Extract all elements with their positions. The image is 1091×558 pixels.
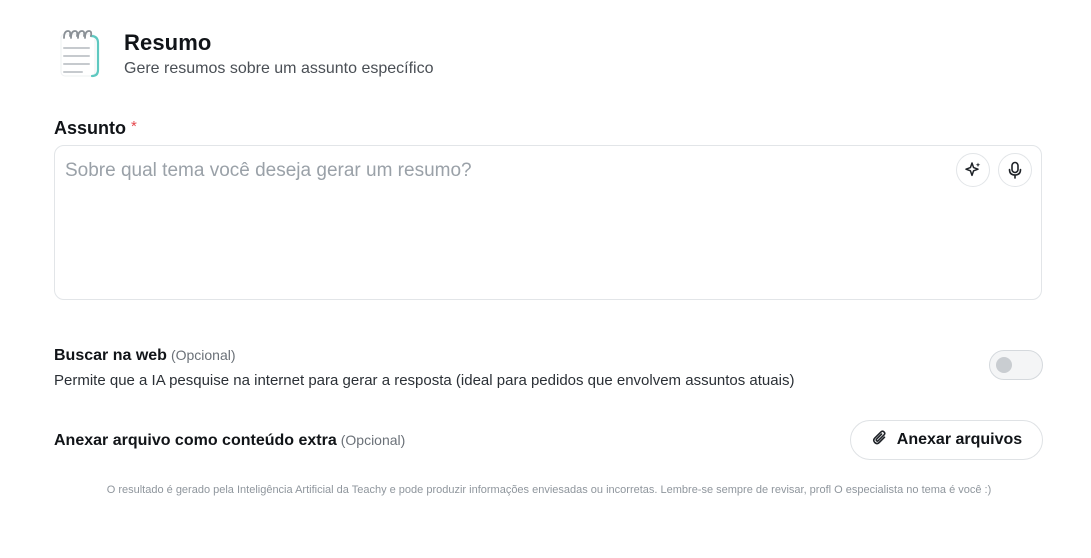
notepad-icon (58, 26, 102, 80)
toggle-knob (996, 357, 1012, 373)
attachment-optional: (Opcional) (340, 432, 406, 448)
subject-label-text: Assunto (54, 118, 126, 138)
ai-suggest-button[interactable] (956, 153, 990, 187)
page-subtitle: Gere resumos sobre um assunto específico (124, 60, 434, 77)
page-title: Resumo (124, 30, 212, 55)
required-mark: * (131, 118, 137, 135)
web-search-description: Permite que a IA pesquise na internet pa… (54, 372, 795, 389)
attachment-title-text: Anexar arquivo como conteúdo extra (54, 432, 337, 449)
attach-files-button[interactable]: Anexar arquivos (850, 420, 1043, 460)
web-search-toggle[interactable] (989, 350, 1043, 380)
attach-files-label: Anexar arquivos (896, 431, 1023, 448)
subject-field-container (54, 145, 1042, 300)
web-search-optional: (Opcional) (170, 347, 236, 363)
paperclip-icon (871, 429, 889, 452)
voice-input-button[interactable] (998, 153, 1032, 187)
microphone-icon (1005, 160, 1025, 180)
disclaimer-text: O resultado é gerado pela Inteligência A… (106, 484, 992, 496)
web-search-title: Buscar na web (Opcional) (54, 347, 236, 365)
subject-label: Assunto * (54, 118, 137, 139)
web-search-title-text: Buscar na web (54, 347, 167, 364)
subject-input[interactable] (65, 160, 945, 280)
sparkle-icon (963, 160, 983, 180)
attachment-title: Anexar arquivo como conteúdo extra (Opcio… (54, 432, 405, 450)
